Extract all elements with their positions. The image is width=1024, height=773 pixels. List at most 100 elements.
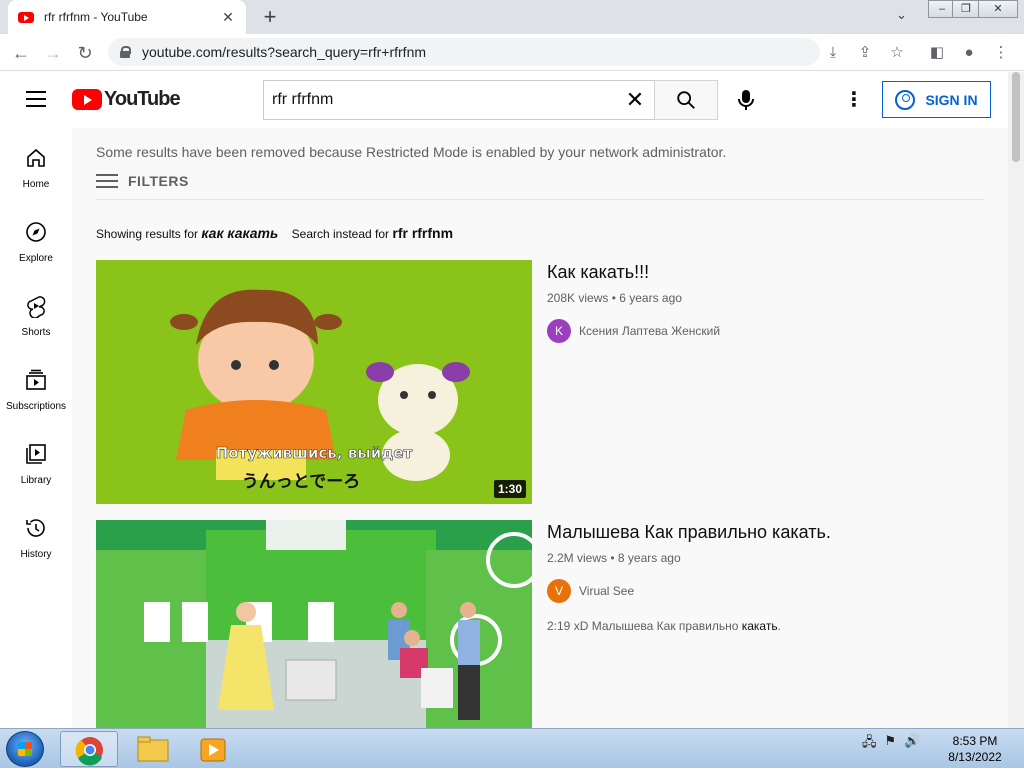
chrome-icon (75, 737, 103, 766)
sign-in-button[interactable]: SIGN IN (882, 81, 991, 118)
guide-label-shorts: Shorts (21, 327, 51, 338)
clear-search-icon[interactable]: ✕ (615, 87, 655, 113)
youtube-play-icon (72, 89, 102, 110)
close-window-button[interactable]: ✕ (978, 0, 1018, 18)
channel-avatar[interactable]: K (547, 319, 571, 343)
search-results: Some results have been removed because R… (72, 128, 1008, 728)
restore-button[interactable]: ❐ (952, 0, 980, 18)
browser-tab[interactable]: rfr rfrfnm - YouTube ✕ (8, 0, 246, 34)
youtube-favicon-icon (18, 11, 34, 23)
bookmark-star-icon[interactable]: ☆ (886, 42, 908, 64)
guide-item-history[interactable]: History (0, 498, 72, 572)
forward-arrow-icon[interactable]: → (40, 40, 66, 66)
video-result[interactable]: Малышева Как правильно какать. 2.2M view… (96, 520, 976, 728)
windows-taskbar: 🖧 ⚑ 🔊 8:53 PM 8/13/2022 (0, 728, 1024, 768)
channel-link[interactable]: V Virual See (547, 579, 977, 603)
divider (96, 199, 984, 200)
search-box: ✕ (263, 80, 655, 120)
compass-icon (26, 222, 46, 242)
spelling-correction: Showing results for как какать Search in… (96, 225, 453, 241)
lock-icon (120, 46, 131, 58)
filters-button[interactable]: FILTERS (96, 172, 189, 190)
youtube-logo[interactable]: YouTube (72, 88, 181, 111)
taskbar-clock[interactable]: 8:53 PM 8/13/2022 (940, 733, 1010, 765)
url-text: youtube.com/results?search_query=rfr+rfr… (142, 44, 427, 60)
showing-prefix: Showing results for (96, 227, 199, 241)
media-player-icon (200, 738, 226, 762)
youtube-header: YouTube ✕ ⋮ SIGN IN (0, 72, 1008, 128)
install-app-icon[interactable]: ⤓ (822, 42, 844, 64)
taskbar-chrome[interactable] (60, 731, 118, 767)
video-result[interactable]: Потужившись, выйдет うんっとでーろ 1:30 Как как… (96, 260, 976, 504)
account-circle-icon (895, 89, 916, 110)
reload-icon[interactable]: ↻ (72, 40, 98, 66)
microphone-icon (738, 90, 754, 110)
corrected-query-link[interactable]: как какать (201, 225, 278, 241)
browser-toolbar: ← → ↻ youtube.com/results?search_query=r… (0, 34, 1024, 71)
tab-close-icon[interactable]: ✕ (220, 9, 236, 26)
video-thumbnail[interactable]: Потужившись, выйдет うんっとでーろ 1:30 (96, 260, 532, 504)
system-tray: 🖧 ⚑ 🔊 (862, 733, 920, 755)
video-description-snippet: 2:19 xD Малышева Как правильно какать. (547, 619, 977, 633)
video-title[interactable]: Малышева Как правильно какать. (547, 522, 977, 543)
network-icon[interactable]: 🖧 (862, 733, 877, 755)
search-input[interactable] (272, 91, 615, 109)
desc-suffix: . (777, 619, 781, 633)
browser-menu-icon[interactable]: ⋮ (990, 42, 1012, 64)
guide-item-explore[interactable]: Explore (0, 202, 72, 276)
folder-icon (137, 736, 169, 762)
taskbar-file-explorer[interactable] (124, 731, 182, 767)
video-duration: 1:30 (493, 480, 526, 498)
original-query-link[interactable]: rfr rfrfnm (392, 225, 453, 241)
hamburger-menu-icon[interactable] (26, 91, 46, 107)
home-icon (27, 148, 45, 167)
search-button[interactable] (654, 80, 718, 120)
search-icon (677, 91, 695, 109)
channel-link[interactable]: K Ксения Лаптева Женский (547, 319, 977, 343)
youtube-wordmark: YouTube (104, 88, 181, 110)
library-icon (26, 444, 46, 464)
channel-name[interactable]: Ксения Лаптева Женский (579, 324, 720, 338)
video-title[interactable]: Как какать!!! (547, 262, 977, 283)
browser-tab-strip: rfr rfrfnm - YouTube ✕ + ⌄ – ❐ ✕ (0, 0, 1024, 34)
taskbar-media-player[interactable] (184, 731, 242, 767)
desc-highlight: какать (741, 619, 778, 633)
view-count: 2.2M views (547, 551, 608, 565)
action-center-flag-icon[interactable]: ⚑ (885, 733, 897, 755)
clock-date: 8/13/2022 (948, 750, 1002, 764)
guide-item-library[interactable]: Library (0, 424, 72, 498)
sign-in-label: SIGN IN (925, 91, 978, 108)
address-bar[interactable]: youtube.com/results?search_query=rfr+rfr… (108, 38, 820, 66)
share-icon[interactable]: ⇪ (854, 42, 876, 64)
filters-label: FILTERS (128, 173, 189, 189)
video-meta: 208K views • 6 years ago (547, 291, 682, 305)
shorts-icon (27, 296, 46, 318)
settings-menu-icon[interactable]: ⋮ (842, 86, 866, 114)
guide-label-history: History (20, 549, 52, 560)
voice-search-button[interactable] (730, 84, 762, 116)
page-scrollbar[interactable] (1008, 72, 1024, 728)
instead-prefix: Search instead for (291, 227, 390, 241)
scrollbar-thumb[interactable] (1012, 72, 1020, 162)
volume-icon[interactable]: 🔊 (904, 733, 920, 755)
guide-item-home[interactable]: Home (0, 128, 72, 202)
thumbnail-caption-ru: Потужившись, выйдет (216, 444, 413, 462)
video-thumbnail[interactable] (96, 520, 532, 728)
channel-name[interactable]: Virual See (579, 584, 634, 598)
back-arrow-icon[interactable]: ← (8, 40, 34, 66)
video-info: Малышева Как правильно какать. 2.2M view… (547, 520, 977, 633)
guide-label-library: Library (20, 475, 52, 486)
mini-guide: Home Explore Shorts Subscriptions Librar… (0, 128, 72, 728)
guide-item-shorts[interactable]: Shorts (0, 276, 72, 350)
upload-age: 6 years ago (619, 291, 682, 305)
new-tab-button[interactable]: + (258, 5, 282, 29)
video-meta: 2.2M views • 8 years ago (547, 551, 681, 565)
tab-search-chevron-icon[interactable]: ⌄ (896, 7, 907, 23)
profile-icon[interactable]: ● (958, 42, 980, 64)
view-count: 208K views (547, 291, 609, 305)
guide-item-subscriptions[interactable]: Subscriptions (0, 350, 72, 424)
restricted-mode-notice: Some results have been removed because R… (96, 144, 727, 160)
side-panel-icon[interactable]: ◧ (926, 42, 948, 64)
channel-avatar[interactable]: V (547, 579, 571, 603)
start-button[interactable] (6, 731, 44, 767)
